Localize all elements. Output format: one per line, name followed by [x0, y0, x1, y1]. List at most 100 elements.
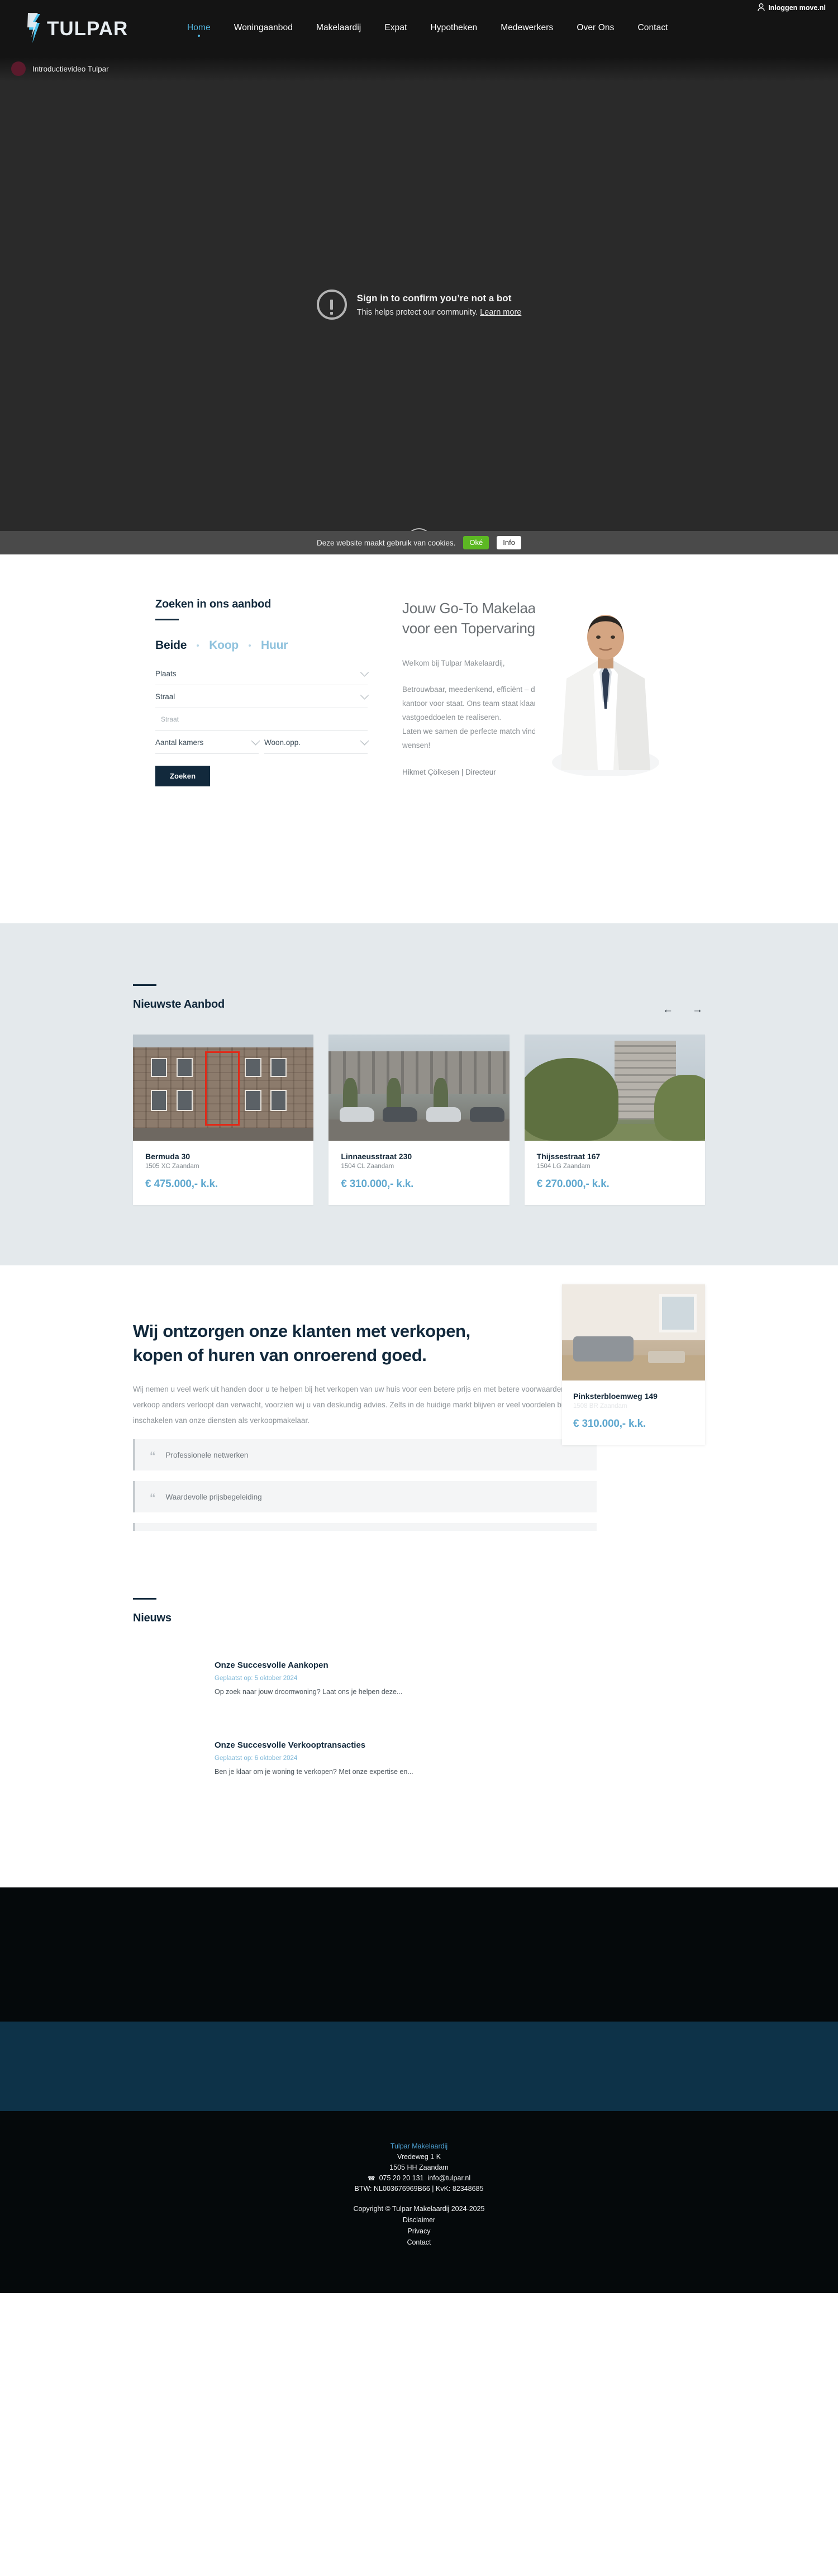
service-highlight-label: Waardevolle prijsbegeleiding [165, 1492, 262, 1501]
news-item-excerpt: Op zoek naar jouw droomwoning? Laat ons … [215, 1688, 403, 1696]
carousel-next-arrow-icon[interactable]: → [692, 1004, 703, 1015]
services-paragraph: Wij nemen u veel werk uit handen door u … [133, 1385, 590, 1425]
intro-heading-line-1: Jouw Go-To Makelaar [402, 600, 541, 616]
cookie-info-button[interactable]: Info [497, 536, 521, 549]
featured-listing-address: Pinksterbloemweg 149 [573, 1392, 658, 1401]
footer-contact-row: ☎ 075 20 20 131 info@tulpar.nl [0, 2174, 838, 2182]
straal-label: Straal [155, 692, 175, 701]
intro-body-line-3: vastgoeddoelen te realiseren. [402, 713, 502, 722]
intro-body-line-5: wensen! [402, 741, 431, 749]
nav-item-expat[interactable]: Expat [373, 22, 418, 34]
chevron-down-icon [360, 667, 369, 676]
carousel-prev-arrow-icon[interactable]: ← [663, 1004, 673, 1015]
footer-brand: Tulpar Makelaardij [390, 2142, 448, 2150]
woonoppervlakte-select[interactable]: Woon.opp. [264, 731, 369, 754]
listing-cards: Bermuda 30 1505 XC Zaandam € 475.000,- k… [67, 1035, 771, 1205]
nav-item-makelaardij[interactable]: Makelaardij [304, 22, 373, 34]
nav-item-contact[interactable]: Contact [626, 22, 679, 34]
search-panel-title: Zoeken in ons aanbod [155, 598, 272, 610]
featured-listing-details: Pinksterbloemweg 149 1508 BR Zaandam € 3… [562, 1380, 705, 1445]
nav-item-hypotheken[interactable]: Hypotheken [418, 22, 489, 34]
tulpar-wordmark: TULPAR [47, 18, 127, 40]
search-and-intro-section: Zoeken in ons aanbod Beide Koop Huur Pla… [0, 554, 838, 923]
footer-phone[interactable]: 075 20 20 131 [379, 2174, 424, 2182]
aantal-kamers-select[interactable]: Aantal kamers [155, 731, 260, 754]
listing-price: € 310.000,- k.k. [341, 1178, 414, 1190]
nav-item-home[interactable]: Home [175, 22, 222, 37]
featured-listing-postcode: 1508 BR Zaandam [573, 1403, 627, 1410]
listings-header: Nieuwste Aanbod ← → [67, 984, 771, 1015]
services-text-column: Wij ontzorgen onze klanten met verkopen,… [133, 1319, 597, 1531]
title-underline [155, 619, 179, 620]
listing-address: Thijssestraat 167 [536, 1152, 601, 1161]
listing-details: Linnaeusstraat 230 1504 CL Zaandam € 310… [328, 1141, 509, 1205]
highlight-box-icon [205, 1051, 240, 1126]
straat-input[interactable] [155, 715, 368, 723]
site-footer: Tulpar Makelaardij Vredeweg 1 K 1505 HH … [0, 2111, 838, 2293]
news-container: Nieuws Onze Succesvolle Aankopen Geplaat… [67, 1598, 771, 1776]
news-item-title: Onze Succesvolle Verkooptransacties [215, 1740, 366, 1750]
aantal-kamers-label: Aantal kamers [155, 738, 204, 747]
nav-item-woningaanbod[interactable]: Woningaanbod [222, 22, 304, 34]
carousel-controls: ← → [663, 1004, 703, 1015]
footer-link-disclaimer[interactable]: Disclaimer [0, 2216, 838, 2224]
listing-details: Bermuda 30 1505 XC Zaandam € 475.000,- k… [133, 1141, 313, 1205]
cookie-accept-button[interactable]: Oké [463, 536, 489, 549]
listing-card[interactable]: Thijssestraat 167 1504 LG Zaandam € 270.… [524, 1035, 705, 1205]
active-dot-icon [197, 35, 200, 37]
featured-listing-price: € 310.000,- k.k. [573, 1418, 646, 1430]
login-move-nl-link[interactable]: Inloggen move.nl [758, 3, 826, 12]
news-list: Onze Succesvolle Aankopen Geplaatst op: … [133, 1661, 705, 1776]
footer-copyright: Copyright © Tulpar Makelaardij 2024-2025 [353, 2205, 485, 2213]
service-highlight-label: Professionele netwerken [165, 1450, 249, 1459]
section-underline [133, 1598, 156, 1600]
listing-price: € 475.000,- k.k. [145, 1178, 218, 1190]
services-heading-line-2: kopen of huren van onroerend goed. [133, 1345, 427, 1365]
segment-huur[interactable]: Huur [261, 639, 288, 652]
footer-registration: BTW: NL003676969B66 | KvK: 82348685 [354, 2185, 484, 2193]
footer-email[interactable]: info@tulpar.nl [428, 2174, 471, 2182]
segment-beide[interactable]: Beide [155, 639, 187, 652]
listing-card[interactable]: Bermuda 30 1505 XC Zaandam € 475.000,- k… [133, 1035, 314, 1205]
login-label: Inloggen move.nl [768, 3, 826, 12]
learn-more-link[interactable]: Learn more [480, 308, 521, 317]
segment-separator-dot-icon [197, 644, 199, 647]
footer-upper-band [0, 1887, 838, 2022]
news-item[interactable]: Onze Succesvolle Aankopen Geplaatst op: … [215, 1661, 705, 1696]
listing-card[interactable]: Linnaeusstraat 230 1504 CL Zaandam € 310… [328, 1035, 510, 1205]
director-portrait-photo [535, 603, 676, 777]
footer-link-privacy[interactable]: Privacy [0, 2227, 838, 2235]
services-section: Wij ontzorgen onze klanten met verkopen,… [0, 1265, 838, 1570]
search-panel: Zoeken in ons aanbod Beide Koop Huur Pla… [155, 598, 369, 786]
hero-video-embed[interactable]: Introductievideo Tulpar Sign in to confi… [0, 56, 838, 531]
featured-listing-photo [562, 1284, 705, 1380]
gate-subtitle: This helps protect our community. Learn … [357, 307, 522, 318]
listing-photo [328, 1035, 510, 1141]
straat-input-row[interactable] [155, 708, 368, 731]
latest-listings-section: Nieuwste Aanbod ← → Bermuda 30 1505 XC Z… [0, 923, 838, 1265]
straal-select[interactable]: Straal [155, 685, 369, 708]
plaats-select[interactable]: Plaats [155, 662, 369, 685]
services-heading-line-1: Wij ontzorgen onze klanten met verkopen, [133, 1321, 470, 1341]
cookie-consent-bar: Deze website maakt gebruik van cookies. … [0, 531, 838, 554]
video-signin-gate: Sign in to confirm you’re not a bot This… [0, 290, 838, 320]
service-highlight-item[interactable]: “ Waardevolle prijsbegeleiding [133, 1481, 597, 1512]
news-item[interactable]: Onze Succesvolle Verkooptransacties Gepl… [215, 1740, 705, 1776]
featured-listing-card[interactable]: Pinksterbloemweg 149 1508 BR Zaandam € 3… [562, 1284, 705, 1445]
service-highlight-item[interactable]: “ Professionele netwerken [133, 1439, 597, 1470]
site-logo[interactable]: TULPAR [21, 11, 161, 45]
segment-koop[interactable]: Koop [209, 639, 239, 652]
intro-heading-line-2: voor een Topervaring! [402, 620, 539, 637]
cookie-message: Deze website maakt gebruik van cookies. [317, 538, 456, 547]
service-highlight-item-clipped[interactable] [133, 1523, 597, 1531]
nav-item-medewerkers[interactable]: Medewerkers [489, 22, 565, 34]
search-submit-button[interactable]: Zoeken [155, 766, 211, 786]
listing-photo [524, 1035, 705, 1141]
news-item-excerpt: Ben je klaar om je woning te verkopen? M… [215, 1768, 413, 1776]
main-navigation: Home Woningaanbod Makelaardij Expat Hypo… [175, 22, 680, 37]
nav-item-over-ons[interactable]: Over Ons [565, 22, 626, 34]
chevron-down-icon [360, 736, 369, 745]
footer-link-contact[interactable]: Contact [0, 2238, 838, 2246]
alert-icon [316, 290, 347, 320]
footer-accent-band [0, 2022, 838, 2111]
